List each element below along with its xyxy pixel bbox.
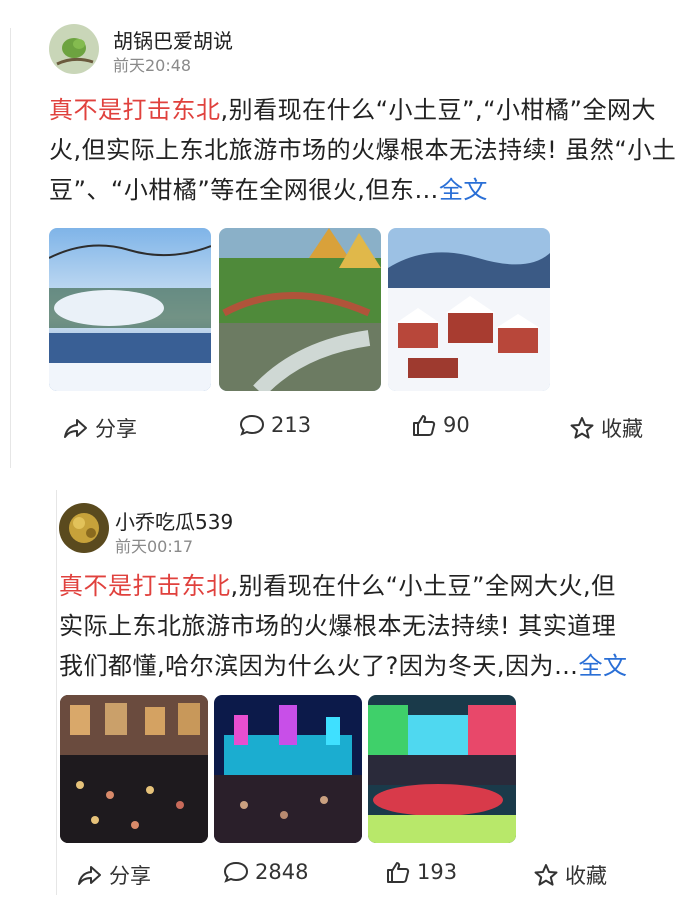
avatar[interactable] [49, 24, 99, 74]
share-button[interactable]: 分享 [63, 413, 137, 443]
favorite-button[interactable]: 收藏 [533, 860, 607, 890]
read-more-link[interactable]: 全文 [579, 652, 628, 680]
like-count: 193 [417, 860, 458, 884]
avatar[interactable] [59, 503, 109, 553]
star-icon [570, 417, 594, 439]
comment-count: 2848 [255, 860, 309, 884]
thumbs-up-icon [387, 862, 410, 883]
share-label: 分享 [95, 417, 137, 441]
snow-village-photo[interactable] [388, 228, 550, 391]
comment-count: 213 [271, 413, 312, 437]
post-card[interactable]: 小乔吃瓜539 前天00:17 真不是打击东北,别看现在什么“小土豆”全网大火,… [56, 490, 687, 895]
action-bar: 分享 213 90 收藏 [11, 413, 687, 453]
ice-world-colorful-photo[interactable] [368, 695, 516, 843]
favorite-label: 收藏 [601, 417, 643, 441]
post-time: 前天20:48 [113, 56, 192, 75]
action-bar: 分享 2848 193 收藏 [57, 860, 687, 900]
post-text-highlight: 真不是打击东北 [59, 572, 231, 600]
night-crowd-street-photo[interactable] [60, 695, 208, 843]
comment-icon [239, 414, 265, 436]
favorite-button[interactable]: 收藏 [569, 413, 643, 443]
winter-lake-photo[interactable] [49, 228, 211, 391]
star-icon [534, 864, 558, 886]
comment-button[interactable]: 2848 [223, 860, 308, 884]
read-more-link[interactable]: 全文 [439, 176, 488, 204]
comment-icon [223, 861, 249, 883]
like-button[interactable]: 193 [385, 860, 457, 884]
ice-castle-night-photo[interactable] [214, 695, 362, 843]
thumbs-up-icon [413, 415, 436, 436]
post-text: 真不是打击东北,别看现在什么“小土豆”,“小柑橘”全网大火,但实际上东北旅游市场… [49, 90, 679, 210]
post-text-highlight: 真不是打击东北 [49, 96, 221, 124]
like-count: 90 [443, 413, 470, 437]
post-text: 真不是打击东北,别看现在什么“小土豆”全网大火,但实际上东北旅游市场的火爆根本无… [59, 566, 634, 686]
share-icon [78, 866, 101, 885]
share-icon [64, 419, 87, 438]
username[interactable]: 胡锅巴爱胡说 [113, 25, 233, 54]
like-button[interactable]: 90 [411, 413, 470, 437]
username[interactable]: 小乔吃瓜539 [115, 506, 233, 535]
share-button[interactable]: 分享 [77, 860, 151, 890]
favorite-label: 收藏 [565, 864, 607, 888]
comment-button[interactable]: 213 [239, 413, 311, 437]
post-time: 前天00:17 [115, 537, 194, 556]
autumn-bridge-photo[interactable] [219, 228, 381, 391]
share-label: 分享 [109, 864, 151, 888]
post-card[interactable]: 胡锅巴爱胡说 前天20:48 真不是打击东北,别看现在什么“小土豆”,“小柑橘”… [10, 24, 687, 468]
